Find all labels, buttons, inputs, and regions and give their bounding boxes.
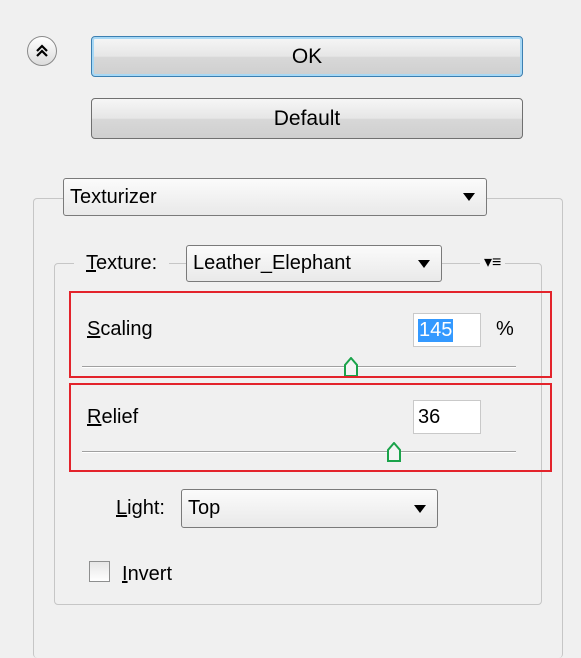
texture-select-value: Leather_Elephant — [193, 252, 351, 274]
texture-label-rest: exture: — [96, 252, 158, 274]
invert-checkbox[interactable] — [89, 561, 110, 582]
texture-select[interactable]: Leather_Elephant — [186, 245, 442, 282]
chevron-down-icon — [463, 193, 475, 201]
panel-menu-icon[interactable]: ▾≡ — [480, 252, 506, 272]
texture-label: Texture: — [74, 252, 170, 275]
chevron-down-icon — [418, 259, 430, 268]
invert-label-rest: nvert — [127, 563, 173, 585]
scaling-highlight-box — [69, 291, 552, 378]
default-button[interactable]: Default — [91, 98, 523, 139]
collapse-panel-button[interactable] — [27, 36, 57, 66]
light-select-value: Top — [188, 497, 221, 519]
filter-select-value: Texturizer — [70, 185, 157, 208]
invert-label: Invert — [122, 563, 173, 585]
chevron-down-icon — [414, 504, 426, 513]
light-select[interactable]: Top — [181, 489, 438, 528]
filter-select[interactable]: Texturizer — [63, 178, 487, 216]
light-label-rest: ight: — [127, 497, 165, 519]
ok-button[interactable]: OK — [91, 36, 523, 77]
double-chevron-up-icon — [36, 44, 48, 57]
relief-highlight-box — [69, 383, 552, 472]
light-label: Light: — [116, 497, 165, 519]
